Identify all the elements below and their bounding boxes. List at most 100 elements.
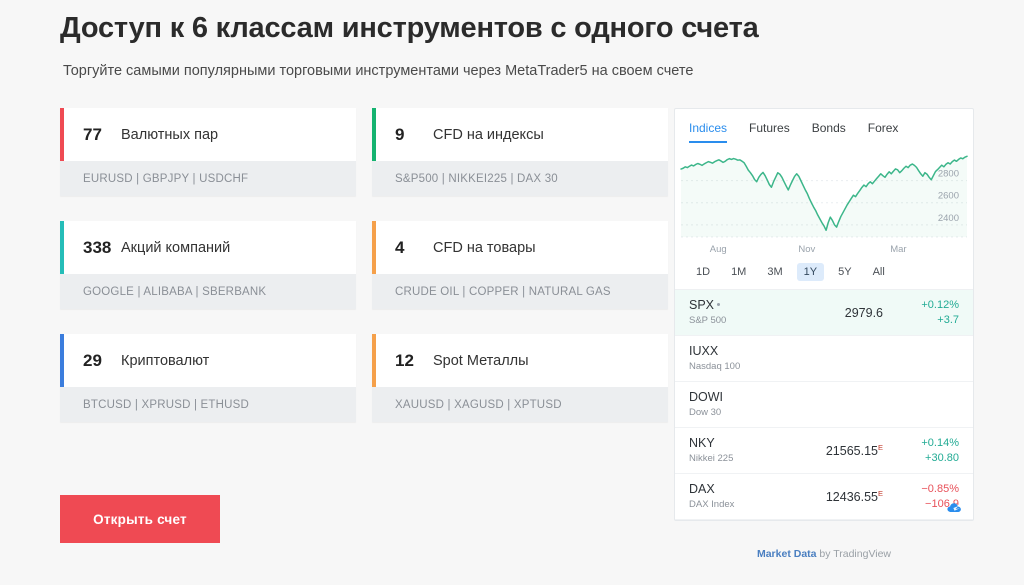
quote-change: +0.12% +3.7 bbox=[897, 298, 959, 328]
quote-symbol-block: SPX S&P 500 bbox=[689, 298, 807, 327]
quote-change: +0.14% +30.80 bbox=[897, 436, 959, 466]
card-header: 12 Spot Металлы bbox=[372, 334, 668, 387]
quote-description: Nikkei 225 bbox=[689, 453, 734, 464]
svg-text:2600: 2600 bbox=[938, 191, 959, 202]
page-header: Доступ к 6 классам инструментов с одного… bbox=[60, 8, 960, 80]
quote-symbol-block: NKY Nikkei 225 bbox=[689, 436, 807, 465]
card-count: 77 bbox=[83, 124, 102, 144]
quote-price: 21565.15E bbox=[807, 443, 897, 458]
quote-symbol-line: DOWI bbox=[689, 390, 807, 405]
chart-range-selector: 1D 1M 3M 1Y 5Y All bbox=[675, 259, 973, 290]
quote-row[interactable]: DAX DAX Index 12436.55E −0.85% −106.9 bbox=[675, 474, 973, 520]
card-header: 29 Криптовалют bbox=[60, 334, 356, 387]
card-count: 9 bbox=[395, 124, 405, 144]
quote-price-value: 2979.6 bbox=[844, 305, 883, 320]
card-label: Spot Металлы bbox=[433, 352, 529, 369]
quote-symbol-line: NKY bbox=[689, 436, 807, 451]
svg-text:Nov: Nov bbox=[798, 244, 815, 255]
card-accent-bar bbox=[60, 221, 64, 274]
card-symbols: EURUSD | GBPJPY | USDCHF bbox=[60, 161, 356, 196]
quote-symbol: DAX bbox=[689, 482, 715, 496]
range-button-1d[interactable]: 1D bbox=[689, 263, 717, 281]
quote-price: 12436.55E bbox=[807, 489, 897, 504]
range-button-1m[interactable]: 1M bbox=[724, 263, 753, 281]
card-header: 77 Валютных пар bbox=[60, 108, 356, 161]
quote-change-percent: +0.12% bbox=[921, 298, 959, 311]
widget-tab-indices[interactable]: Indices bbox=[689, 121, 728, 143]
quote-symbol: NKY bbox=[689, 436, 715, 450]
index-line-chart: 2400 2600 2800 Aug Nov Mar bbox=[675, 147, 973, 259]
quote-row[interactable]: SPX S&P 500 2979.6 +0.12% +3.7 bbox=[675, 290, 973, 336]
page-title: Доступ к 6 классам инструментов с одного… bbox=[60, 12, 759, 44]
range-button-3m[interactable]: 3M bbox=[760, 263, 789, 281]
card-count: 4 bbox=[395, 237, 405, 257]
tradingview-widget: Indices Futures Bonds Forex 2400 2600 2800 Aug… bbox=[674, 108, 974, 521]
quote-price-value: 21565.15 bbox=[825, 444, 878, 459]
instrument-card[interactable]: 29 Криптовалют BTCUSD | XPRUSD | ETHUSD bbox=[60, 334, 356, 422]
card-count: 12 bbox=[395, 350, 414, 370]
card-symbols: GOOGLE | ALIBABA | SBERBANK bbox=[60, 274, 356, 309]
quote-description: Nasdaq 100 bbox=[689, 361, 741, 372]
cloud-icon bbox=[946, 501, 965, 515]
card-accent-bar bbox=[60, 108, 64, 161]
card-header: 338 Акций компаний bbox=[60, 221, 356, 274]
market-data-link[interactable]: Market Data bbox=[757, 548, 817, 560]
quote-row[interactable]: DOWI Dow 30 bbox=[675, 382, 973, 428]
quote-price-superscript: E bbox=[877, 442, 883, 452]
cards-column-left: 77 Валютных пар EURUSD | GBPJPY | USDCHF 33… bbox=[60, 108, 356, 447]
card-count: 29 bbox=[83, 350, 102, 370]
realtime-dot-icon bbox=[717, 303, 721, 307]
card-label: CFD на индексы bbox=[433, 126, 544, 143]
instrument-card[interactable]: 4 CFD на товары CRUDE OIL | COPPER | NATUR… bbox=[372, 221, 668, 309]
quote-price-value: 12436.55 bbox=[825, 490, 878, 505]
quote-row[interactable]: NKY Nikkei 225 21565.15E +0.14% +30.80 bbox=[675, 428, 973, 474]
quote-description: DAX Index bbox=[689, 499, 735, 510]
card-symbols: S&P500 | NIKKEI225 | DAX 30 bbox=[372, 161, 668, 196]
range-button-5y[interactable]: 5Y bbox=[831, 263, 858, 281]
card-header: 4 CFD на товары bbox=[372, 221, 668, 274]
instrument-card[interactable]: 77 Валютных пар EURUSD | GBPJPY | USDCHF bbox=[60, 108, 356, 196]
card-label: CFD на товары bbox=[433, 239, 536, 256]
quote-price-superscript: E bbox=[877, 488, 883, 498]
quote-row[interactable]: IUXX Nasdaq 100 bbox=[675, 336, 973, 382]
quote-change-percent: −0.85% bbox=[921, 482, 959, 495]
range-button-1y[interactable]: 1Y bbox=[796, 263, 825, 281]
quote-symbol-line: SPX bbox=[689, 298, 807, 313]
quote-change-absolute: +30.80 bbox=[925, 451, 959, 464]
card-symbols: CRUDE OIL | COPPER | NATURAL GAS bbox=[372, 274, 668, 309]
card-accent-bar bbox=[372, 221, 376, 274]
widget-footer: Market Data by TradingView bbox=[674, 548, 974, 560]
svg-text:Aug: Aug bbox=[710, 244, 727, 255]
card-symbols: XAUUSD | XAGUSD | XPTUSD bbox=[372, 387, 668, 422]
card-accent-bar bbox=[372, 334, 376, 387]
quote-symbol-block: IUXX Nasdaq 100 bbox=[689, 344, 807, 373]
page-subtitle: Торгуйте самыми популярными торговыми ин… bbox=[63, 63, 694, 79]
card-accent-bar bbox=[372, 108, 376, 161]
card-label: Валютных пар bbox=[121, 126, 219, 143]
quote-change-percent: +0.14% bbox=[921, 436, 959, 449]
card-symbols: BTCUSD | XPRUSD | ETHUSD bbox=[60, 387, 356, 422]
quote-symbol-block: DAX DAX Index bbox=[689, 482, 807, 511]
range-button-all[interactable]: All bbox=[866, 263, 892, 281]
quote-description: S&P 500 bbox=[689, 315, 727, 326]
instrument-card[interactable]: 9 CFD на индексы S&P500 | NIKKEI225 | DAX … bbox=[372, 108, 668, 196]
quote-change-absolute: +3.7 bbox=[937, 313, 959, 326]
open-account-button[interactable]: Открыть счет bbox=[60, 495, 220, 543]
quote-symbol-line: IUXX bbox=[689, 344, 807, 359]
card-label: Криптовалют bbox=[121, 352, 210, 369]
instrument-card[interactable]: 12 Spot Металлы XAUUSD | XAGUSD | XPTUSD bbox=[372, 334, 668, 422]
widget-tab-forex[interactable]: Forex bbox=[868, 121, 899, 143]
quotes-list: SPX S&P 500 2979.6 +0.12% +3.7 IUXX Nasdaq 100… bbox=[675, 290, 973, 520]
quote-symbol-block: DOWI Dow 30 bbox=[689, 390, 807, 419]
cards-column-right: 9 CFD на индексы S&P500 | NIKKEI225 | DAX … bbox=[372, 108, 668, 447]
widget-tab-bonds[interactable]: Bonds bbox=[812, 121, 846, 143]
svg-text:2400: 2400 bbox=[938, 213, 959, 224]
footer-attribution: by TradingView bbox=[816, 548, 892, 560]
widget-tab-futures[interactable]: Futures bbox=[749, 121, 790, 143]
quote-description: Dow 30 bbox=[689, 407, 722, 418]
quote-symbol-line: DAX bbox=[689, 482, 807, 497]
card-header: 9 CFD на индексы bbox=[372, 108, 668, 161]
instrument-card[interactable]: 338 Акций компаний GOOGLE | ALIBABA | SBER… bbox=[60, 221, 356, 309]
quote-symbol: IUXX bbox=[689, 344, 719, 358]
card-label: Акций компаний bbox=[121, 239, 231, 256]
